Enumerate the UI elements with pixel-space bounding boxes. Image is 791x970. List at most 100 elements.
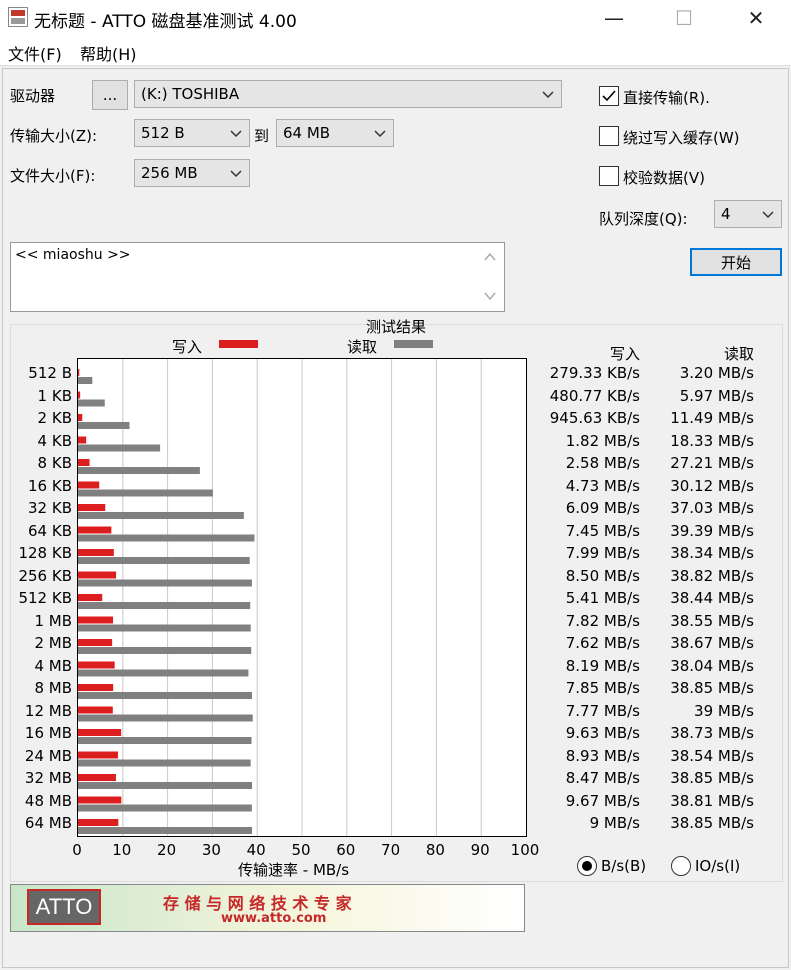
description-textarea[interactable]: << miaoshu >> <box>10 242 505 312</box>
bytes-per-second-label: B/s(B) <box>601 857 647 875</box>
menu-help[interactable]: 帮助(H) <box>80 41 137 65</box>
direct-io-checkbox[interactable] <box>599 86 619 106</box>
category-label: 1 MB <box>34 611 72 630</box>
banner-url: www.atto.com <box>221 911 327 926</box>
write-bar <box>78 639 113 646</box>
transfer-from-select[interactable]: 512 B <box>134 119 250 147</box>
read-bar <box>78 692 253 699</box>
read-result: 27.21 MB/s <box>670 454 754 472</box>
queue-depth-select[interactable]: 4 <box>714 200 782 228</box>
drive-value: (K:) TOSHIBA <box>141 85 240 103</box>
write-column-header: 写入 <box>609 345 640 363</box>
read-bar <box>78 759 251 767</box>
read-bar <box>78 804 252 812</box>
io-per-second-label: IO/s(I) <box>695 857 741 875</box>
bytes-per-second-radio[interactable] <box>577 856 597 876</box>
read-bar <box>78 602 251 609</box>
bypass-cache-checkbox[interactable] <box>599 126 619 146</box>
drive-select[interactable]: (K:) TOSHIBA <box>134 80 562 108</box>
write-bar <box>78 414 83 421</box>
category-label: 128 KB <box>18 544 72 562</box>
x-tick-label: 20 <box>157 841 177 859</box>
browse-button[interactable]: ... <box>92 80 128 110</box>
write-bar <box>78 571 117 579</box>
to-label: 到 <box>254 127 270 145</box>
read-bar <box>78 714 253 722</box>
category-label: 16 KB <box>28 476 72 495</box>
write-result: 6.09 MB/s <box>565 499 640 517</box>
category-label: 32 KB <box>28 499 72 517</box>
write-result: 7.85 MB/s <box>565 679 640 697</box>
scroll-down-icon[interactable] <box>484 291 496 301</box>
write-result: 8.93 MB/s <box>565 746 640 765</box>
write-result: 7.99 MB/s <box>565 544 640 562</box>
write-bar <box>78 504 106 511</box>
read-result: 38.55 MB/s <box>670 611 754 630</box>
write-bar <box>78 751 119 759</box>
read-bar <box>78 399 105 407</box>
category-label: 4 MB <box>34 656 72 675</box>
scroll-up-icon[interactable] <box>484 252 496 262</box>
read-bar <box>78 467 200 474</box>
write-result: 9.67 MB/s <box>565 791 640 810</box>
minimize-button[interactable]: — <box>591 0 637 36</box>
read-bar <box>78 534 255 542</box>
read-bar <box>78 444 161 452</box>
checkmark-icon <box>602 90 616 102</box>
transfer-size-label: 传输大小(Z): <box>10 127 98 145</box>
read-bar <box>78 579 252 587</box>
read-result: 38.73 MB/s <box>670 724 754 742</box>
write-legend-label: 写入 <box>172 338 203 356</box>
bypass-cache-label: 绕过写入缓存(W) <box>623 129 740 147</box>
x-tick-label: 100 <box>510 841 540 859</box>
read-bar <box>78 782 253 789</box>
category-label: 64 KB <box>28 521 72 540</box>
category-label: 8 KB <box>37 454 72 472</box>
x-axis-title: 传输速率 - MB/s <box>238 861 350 879</box>
read-bar <box>78 624 251 632</box>
file-size-select[interactable]: 256 MB <box>134 159 250 187</box>
category-label: 2 MB <box>34 634 72 652</box>
read-result: 38.44 MB/s <box>670 589 754 607</box>
read-result: 5.97 MB/s <box>679 386 754 405</box>
write-bar <box>78 661 115 669</box>
read-result: 38.85 MB/s <box>670 679 754 697</box>
read-result: 39.39 MB/s <box>670 521 754 540</box>
read-legend-label: 读取 <box>347 338 378 356</box>
read-column-header: 读取 <box>723 345 754 363</box>
read-bar <box>78 647 252 654</box>
atto-banner[interactable]: ATTO 存 储 与 网 络 技 术 专 家 www.atto.com <box>10 884 525 932</box>
transfer-to-select[interactable]: 64 MB <box>276 119 394 147</box>
write-bar <box>78 706 113 714</box>
close-button[interactable]: ✕ <box>733 0 779 36</box>
write-result: 945.63 KB/s <box>549 409 640 427</box>
read-result: 38.81 MB/s <box>670 791 754 810</box>
x-tick-label: 30 <box>201 841 221 859</box>
read-result: 38.67 MB/s <box>670 634 754 652</box>
menu-file[interactable]: 文件(F) <box>8 41 62 65</box>
write-result: 9.63 MB/s <box>565 724 640 742</box>
category-label: 16 MB <box>24 724 72 742</box>
category-label: 512 B <box>28 364 72 382</box>
category-label: 32 MB <box>24 769 72 787</box>
drive-label: 驱动器 <box>10 87 56 105</box>
io-per-second-radio[interactable] <box>671 856 691 876</box>
chevron-down-icon <box>230 130 242 138</box>
write-result: 8.19 MB/s <box>565 656 640 675</box>
write-result: 5.41 MB/s <box>565 589 640 607</box>
category-label: 12 MB <box>24 701 72 720</box>
category-label: 512 KB <box>18 589 72 607</box>
transfer-to-value: 64 MB <box>283 124 331 142</box>
maximize-button[interactable]: ☐ <box>661 0 707 36</box>
verify-checkbox[interactable] <box>599 166 619 186</box>
category-label: 2 KB <box>37 409 72 427</box>
read-result: 38.82 MB/s <box>670 566 754 585</box>
read-result: 3.20 MB/s <box>679 364 754 382</box>
read-result: 38.85 MB/s <box>670 769 754 787</box>
chevron-down-icon <box>230 170 242 178</box>
start-button[interactable]: 开始 <box>690 248 782 276</box>
x-tick-label: 0 <box>72 841 82 859</box>
write-result: 1.82 MB/s <box>565 431 640 450</box>
write-result: 7.62 MB/s <box>565 634 640 652</box>
x-tick-label: 10 <box>112 841 132 859</box>
